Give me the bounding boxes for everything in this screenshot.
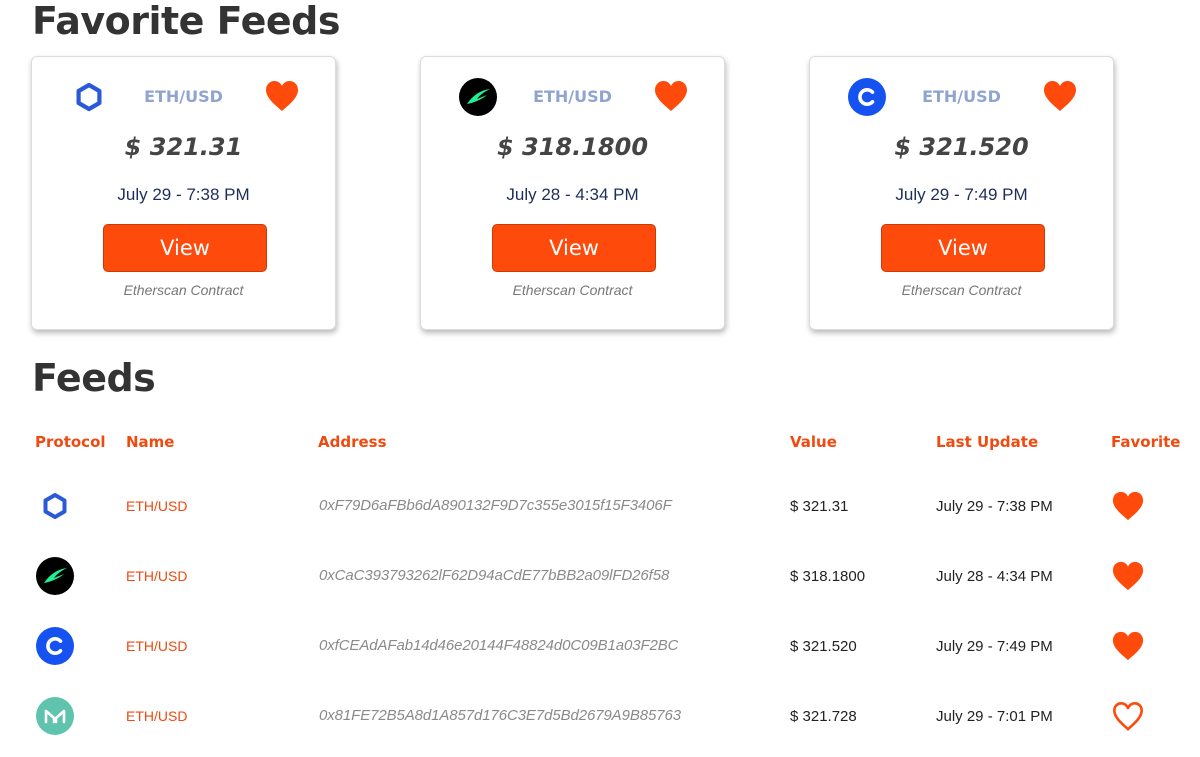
table-row: ETH/USD 0xF79D6aFBb6dA890132F9D7c355e301… bbox=[0, 487, 1200, 547]
chainlink-icon bbox=[36, 487, 74, 525]
card-price: $ 321.31 bbox=[124, 133, 243, 161]
card-price: $ 318.1800 bbox=[496, 133, 649, 161]
feed-name: ETH/USD bbox=[126, 708, 188, 724]
tellor-icon bbox=[36, 557, 74, 595]
column-header-value: Value bbox=[790, 433, 837, 451]
card-date: July 29 - 7:49 PM bbox=[895, 185, 1028, 204]
maker-icon bbox=[36, 697, 74, 735]
card-price: $ 321.520 bbox=[894, 133, 1029, 161]
feed-value: $ 321.520 bbox=[790, 638, 857, 655]
column-header-name: Name bbox=[126, 433, 175, 451]
card-date: July 28 - 4:34 PM bbox=[506, 185, 639, 204]
view-button[interactable]: View bbox=[492, 224, 656, 272]
favorite-card-tellor: ETH/USD $ 318.1800 July 28 - 4:34 PM Vie… bbox=[420, 56, 725, 330]
feed-name: ETH/USD bbox=[126, 638, 188, 654]
etherscan-contract-link[interactable]: Etherscan Contract bbox=[810, 282, 1113, 298]
feed-value: $ 321.728 bbox=[790, 708, 857, 725]
heart-filled-icon[interactable] bbox=[1111, 560, 1145, 592]
table-row: ETH/USD 0x81FE72B5A8d1A857d176C3E7d5Bd26… bbox=[0, 697, 1200, 757]
table-row: ETH/USD 0xCaC393793262lF62D94aCdE77bBB2a… bbox=[0, 557, 1200, 617]
feed-address: 0x81FE72B5A8d1A857d176C3E7d5Bd2679A9B857… bbox=[319, 707, 681, 724]
heart-outline-icon[interactable] bbox=[1111, 700, 1145, 732]
feed-name: ETH/USD bbox=[126, 498, 188, 514]
feed-address: 0xfCEAdAFab14d46e20144F48824d0C09B1a03F2… bbox=[319, 637, 679, 654]
etherscan-contract-link[interactable]: Etherscan Contract bbox=[32, 282, 335, 298]
coinbase-icon bbox=[36, 627, 74, 665]
view-button[interactable]: View bbox=[103, 224, 267, 272]
favorite-feeds-heading: Favorite Feeds bbox=[32, 0, 340, 43]
heart-filled-icon[interactable] bbox=[1111, 630, 1145, 662]
etherscan-contract-link[interactable]: Etherscan Contract bbox=[421, 282, 724, 298]
feed-last-update: July 29 - 7:38 PM bbox=[936, 498, 1053, 515]
favorite-card-coinbase: ETH/USD $ 321.520 July 29 - 7:49 PM View… bbox=[809, 56, 1114, 330]
column-header-protocol: Protocol bbox=[35, 433, 106, 451]
feed-last-update: July 28 - 4:34 PM bbox=[936, 568, 1053, 585]
column-header-last-update: Last Update bbox=[936, 433, 1039, 451]
column-header-address: Address bbox=[318, 433, 387, 451]
feed-last-update: July 29 - 7:01 PM bbox=[936, 708, 1053, 725]
heart-filled-icon[interactable] bbox=[1111, 490, 1145, 522]
table-row: ETH/USD 0xfCEAdAFab14d46e20144F48824d0C0… bbox=[0, 627, 1200, 687]
feeds-heading: Feeds bbox=[32, 356, 156, 400]
heart-filled-icon[interactable] bbox=[264, 79, 300, 113]
feed-value: $ 321.31 bbox=[790, 498, 849, 515]
feed-address: 0xF79D6aFBb6dA890132F9D7c355e3015f15F340… bbox=[319, 497, 672, 514]
heart-filled-icon[interactable] bbox=[1042, 79, 1078, 113]
feed-last-update: July 29 - 7:49 PM bbox=[936, 638, 1053, 655]
heart-filled-icon[interactable] bbox=[653, 79, 689, 113]
feed-value: $ 318.1800 bbox=[790, 568, 866, 585]
feed-name: ETH/USD bbox=[126, 568, 188, 584]
card-date: July 29 - 7:38 PM bbox=[117, 185, 250, 204]
feed-address: 0xCaC393793262lF62D94aCdE77bBB2a09lFD26f… bbox=[319, 567, 670, 584]
view-button[interactable]: View bbox=[881, 224, 1045, 272]
column-header-favorite: Favorite bbox=[1111, 433, 1181, 451]
favorite-card-chainlink: ETH/USD $ 321.31 July 29 - 7:38 PM View … bbox=[31, 56, 336, 330]
